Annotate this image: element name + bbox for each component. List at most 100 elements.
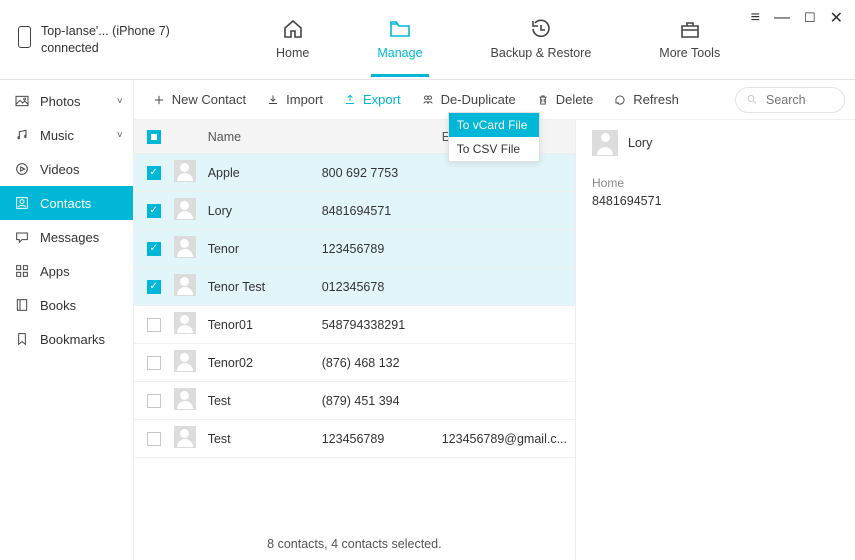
sidebar-label: Messages — [40, 230, 99, 245]
sidebar-label: Photos — [40, 94, 80, 109]
chevron-down-icon: ˅ — [117, 130, 123, 141]
contact-name: Apple — [202, 166, 322, 180]
avatar-icon — [174, 426, 196, 448]
restore-icon — [527, 17, 555, 41]
search-box[interactable] — [735, 87, 845, 113]
contact-email: 123456789@gmail.c... — [442, 432, 575, 446]
minimize-icon[interactable]: — — [774, 9, 790, 27]
contact-name: Tenor02 — [202, 356, 322, 370]
export-button[interactable]: Export — [335, 88, 409, 111]
apps-icon — [14, 263, 30, 279]
refresh-button[interactable]: Refresh — [605, 88, 687, 111]
contact-name: Tenor Test — [202, 280, 322, 294]
sidebar-item-apps[interactable]: Apps — [0, 254, 133, 288]
close-icon[interactable]: ✕ — [830, 8, 843, 28]
col-name[interactable]: Name — [202, 130, 322, 144]
row-checkbox[interactable]: ✓ — [147, 166, 161, 180]
sidebar-item-books[interactable]: Books — [0, 288, 133, 322]
topbar: Top-Ianse'... (iPhone 7) connected Home … — [0, 0, 855, 80]
sidebar-label: Apps — [40, 264, 70, 279]
device-status: connected — [41, 40, 170, 56]
sidebar-item-videos[interactable]: Videos — [0, 152, 133, 186]
table-row[interactable]: Tenor01548794338291 — [134, 306, 575, 344]
import-button[interactable]: Import — [258, 88, 331, 111]
sidebar-item-contacts[interactable]: Contacts — [0, 186, 133, 220]
photos-icon — [14, 93, 30, 109]
row-checkbox[interactable] — [147, 394, 161, 408]
table-row[interactable]: Tenor02(876) 468 132 — [134, 344, 575, 382]
sidebar-label: Music — [40, 128, 74, 143]
contact-name: Test — [202, 432, 322, 446]
menu-icon[interactable]: ≡ — [751, 9, 760, 27]
avatar-icon — [174, 236, 196, 258]
table-row[interactable]: Test(879) 451 394 — [134, 382, 575, 420]
row-checkbox[interactable] — [147, 432, 161, 446]
table-row[interactable]: Test123456789123456789@gmail.c... — [134, 420, 575, 458]
sidebar-item-messages[interactable]: Messages — [0, 220, 133, 254]
detail-phone-label: Home — [592, 176, 839, 190]
detail-phone: 8481694571 — [592, 194, 839, 208]
contacts-icon — [14, 195, 30, 211]
sidebar-item-music[interactable]: Music ˅ — [0, 118, 133, 152]
device-info: Top-Ianse'... (iPhone 7) connected — [10, 23, 230, 56]
row-checkbox[interactable]: ✓ — [147, 242, 161, 256]
avatar-icon — [174, 274, 196, 296]
search-input[interactable] — [764, 92, 834, 108]
contact-phone: 123456789 — [322, 242, 442, 256]
videos-icon — [14, 161, 30, 177]
nav-tools[interactable]: More Tools — [653, 3, 726, 77]
table-row[interactable]: ✓Tenor Test012345678 — [134, 268, 575, 306]
deduplicate-button[interactable]: De-Duplicate — [413, 88, 524, 111]
sidebar: Photos ˅ Music ˅ Videos Contacts Message… — [0, 80, 134, 560]
select-all-checkbox[interactable] — [147, 130, 161, 144]
export-csv-item[interactable]: To CSV File — [449, 137, 539, 161]
plus-icon — [152, 93, 166, 107]
avatar-icon — [174, 160, 196, 182]
avatar-icon — [174, 198, 196, 220]
table-row[interactable]: ✓ Tenor123456789 — [134, 230, 575, 268]
sidebar-label: Videos — [40, 162, 80, 177]
sidebar-item-bookmarks[interactable]: Bookmarks — [0, 322, 133, 356]
sidebar-item-photos[interactable]: Photos ˅ — [0, 84, 133, 118]
row-checkbox[interactable] — [147, 356, 161, 370]
contact-name: Test — [202, 394, 322, 408]
sidebar-label: Bookmarks — [40, 332, 105, 347]
export-vcard-item[interactable]: To vCard File — [449, 113, 539, 137]
contact-name: Lory — [202, 204, 322, 218]
trash-icon — [536, 93, 550, 107]
maximize-icon[interactable]: ☐ — [804, 10, 816, 26]
sidebar-label: Books — [40, 298, 76, 313]
device-name: Top-Ianse'... (iPhone 7) — [41, 23, 170, 39]
avatar-icon — [174, 388, 196, 410]
nav-home[interactable]: Home — [270, 3, 315, 77]
books-icon — [14, 297, 30, 313]
avatar-icon — [174, 350, 196, 372]
music-icon — [14, 127, 30, 143]
bookmark-icon — [14, 331, 30, 347]
nav-backup-label: Backup & Restore — [491, 46, 592, 60]
home-icon — [279, 17, 307, 41]
folder-icon — [386, 17, 414, 41]
contact-name: Tenor — [202, 242, 322, 256]
import-icon — [266, 93, 280, 107]
phone-device-icon — [18, 26, 31, 48]
nav-manage[interactable]: Manage — [371, 3, 428, 77]
dedupe-icon — [421, 93, 435, 107]
row-checkbox[interactable] — [147, 318, 161, 332]
toolbox-icon — [676, 17, 704, 41]
contact-phone: 123456789 — [322, 432, 442, 446]
contact-phone: (879) 451 394 — [322, 394, 442, 408]
detail-name: Lory — [628, 136, 652, 150]
sidebar-label: Contacts — [40, 196, 91, 211]
contact-phone: (876) 468 132 — [322, 356, 442, 370]
contact-name: Tenor01 — [202, 318, 322, 332]
detail-panel: Lory Home 8481694571 — [575, 120, 855, 560]
messages-icon — [14, 229, 30, 245]
nav-backup[interactable]: Backup & Restore — [485, 3, 598, 77]
row-checkbox[interactable]: ✓ — [147, 280, 161, 294]
detail-avatar-icon — [592, 130, 618, 156]
new-contact-button[interactable]: New Contact — [144, 88, 254, 111]
table-row[interactable]: ✓Lory8481694571 — [134, 192, 575, 230]
row-checkbox[interactable]: ✓ — [147, 204, 161, 218]
delete-button[interactable]: Delete — [528, 88, 602, 111]
